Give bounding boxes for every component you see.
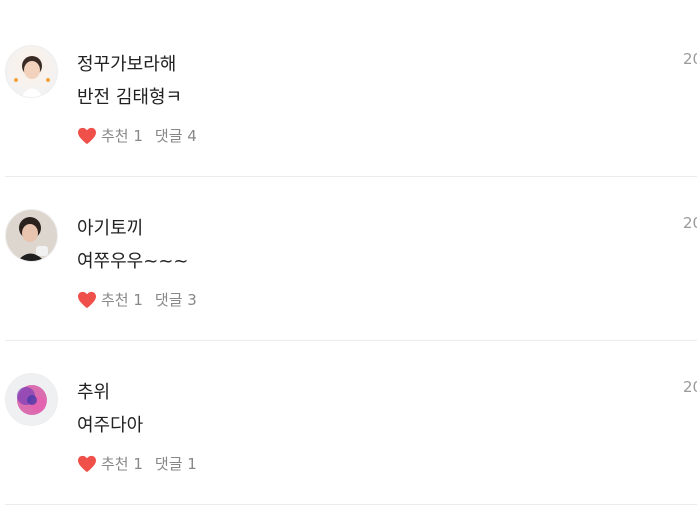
author-name[interactable]: 추위 xyxy=(77,378,110,404)
comment-meta: 추천 1 댓글 4 xyxy=(77,125,197,146)
avatar[interactable] xyxy=(5,209,58,262)
reply-count[interactable]: 댓글 3 xyxy=(155,289,197,310)
reply-count[interactable]: 댓글 4 xyxy=(155,125,197,146)
comment-text: 반전 김태형ㅋ xyxy=(77,87,183,108)
reply-count[interactable]: 댓글 1 xyxy=(155,453,197,474)
comment-text: 여주다아 xyxy=(77,415,144,436)
heart-icon[interactable] xyxy=(77,455,97,473)
like-count[interactable]: 추천 1 xyxy=(101,453,143,474)
heart-icon[interactable] xyxy=(77,127,97,145)
comment-text: 여쭈우우~~~ xyxy=(77,251,189,272)
author-name[interactable]: 아기토끼 xyxy=(77,214,143,240)
like-count[interactable]: 추천 1 xyxy=(101,125,143,146)
divider xyxy=(5,504,697,505)
comment-date: 20 xyxy=(683,378,697,396)
comment-date: 20 xyxy=(683,214,697,232)
comment-meta: 추천 1 댓글 1 xyxy=(77,453,197,474)
avatar[interactable] xyxy=(5,373,58,426)
author-name[interactable]: 정꾸가보라해 xyxy=(77,50,176,76)
comment-item: 추위 20 여주다아 추천 1 댓글 1 xyxy=(0,373,697,505)
comment-date: 20 xyxy=(683,50,697,68)
comment-item: 아기토끼 20 여쭈우우~~~ 추천 1 댓글 3 xyxy=(0,209,697,341)
divider xyxy=(5,340,697,341)
like-count[interactable]: 추천 1 xyxy=(101,289,143,310)
comment-item: 정꾸가보라해 20 반전 김태형ㅋ 추천 1 댓글 4 xyxy=(0,45,697,177)
avatar[interactable] xyxy=(5,45,58,98)
divider xyxy=(5,176,697,177)
heart-icon[interactable] xyxy=(77,291,97,309)
comment-meta: 추천 1 댓글 3 xyxy=(77,289,197,310)
